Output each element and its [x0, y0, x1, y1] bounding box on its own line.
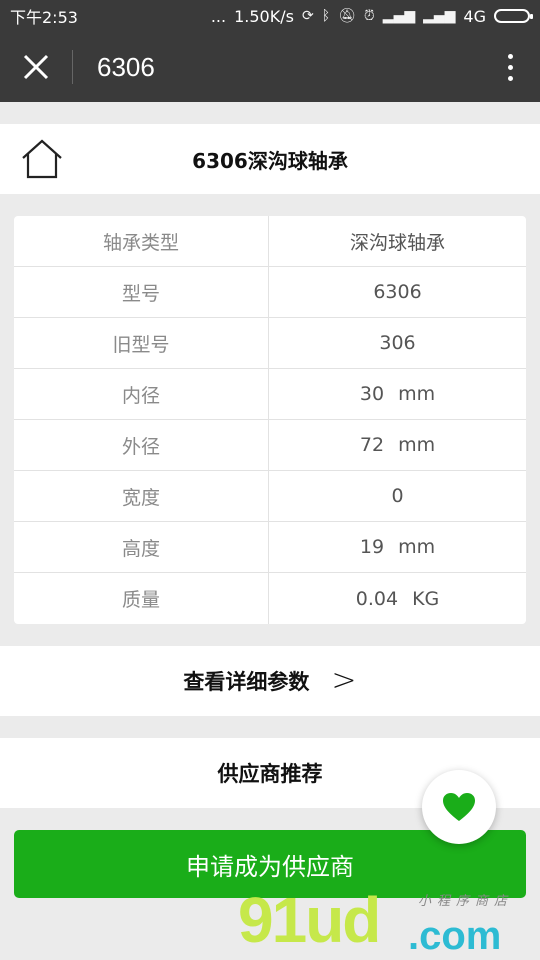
status-time: 下午2:53: [10, 8, 78, 27]
more-vertical-icon: [507, 53, 513, 59]
spec-label: 旧型号: [14, 318, 269, 368]
spec-label: 轴承类型: [14, 216, 269, 266]
sync-icon: ⟳: [301, 8, 314, 24]
status-bar: 下午2:53 ... 1.50K/s ⟳ ᛒ 🔕︎ ⏰︎ ▂▄▆ ▂▄▆ 4G: [0, 0, 540, 32]
spec-value-cell: 深沟球轴承: [269, 216, 526, 266]
spec-label: 高度: [14, 522, 269, 572]
title-bar: 6306: [0, 32, 540, 102]
table-row: 质量 0.04 KG: [14, 573, 526, 624]
chevron-right-icon: >: [331, 663, 357, 698]
spec-value: 0.04: [355, 587, 399, 610]
heart-icon: [443, 793, 475, 821]
spec-label: 宽度: [14, 471, 269, 521]
spec-value-cell: 0: [269, 471, 526, 521]
supplier-title: 供应商推荐: [217, 762, 323, 786]
network-speed: 1.50K/s: [234, 6, 294, 26]
spec-value-cell: 6306: [269, 267, 526, 317]
spec-value: 19: [359, 536, 385, 558]
spec-table: 轴承类型 深沟球轴承 型号 6306 旧型号 306 内径 30 mm 外径 7…: [14, 216, 526, 624]
title-divider: [72, 50, 73, 84]
favorite-button[interactable]: [422, 770, 496, 844]
home-icon: [22, 139, 62, 179]
spec-value: 6306: [373, 281, 422, 303]
spec-unit: mm: [398, 434, 436, 456]
signal-2-icon: ▂▄▆: [423, 8, 456, 24]
view-details-link[interactable]: 查看详细参数 >: [0, 646, 540, 716]
watermark-logo: 91ud 小程序商店 .com: [238, 888, 538, 960]
spec-value: 深沟球轴承: [349, 231, 445, 254]
home-button[interactable]: [20, 138, 64, 180]
alarm-icon: ⏰︎: [363, 8, 375, 24]
close-button[interactable]: [0, 32, 72, 102]
spec-label: 外径: [14, 420, 269, 470]
spec-label: 型号: [14, 267, 269, 317]
view-details-label: 查看详细参数: [183, 670, 310, 694]
spec-value: 306: [379, 332, 416, 354]
table-row: 型号 6306: [14, 267, 526, 318]
product-header: 6306深沟球轴承: [0, 124, 540, 194]
watermark-domain: .com: [408, 914, 502, 958]
notification-dots: ...: [210, 6, 227, 26]
spec-value-cell: 0.04 KG: [269, 573, 526, 624]
bluetooth-icon: ᛒ: [321, 8, 331, 24]
spec-unit: KG: [412, 587, 440, 610]
more-menu-button[interactable]: [480, 32, 540, 102]
close-icon: [23, 54, 49, 80]
mute-icon: 🔕︎: [338, 8, 356, 24]
table-row: 旧型号 306: [14, 318, 526, 369]
spec-value-cell: 72 mm: [269, 420, 526, 470]
spec-value: 72: [359, 434, 385, 456]
table-row: 轴承类型 深沟球轴承: [14, 216, 526, 267]
table-row: 内径 30 mm: [14, 369, 526, 420]
table-row: 高度 19 mm: [14, 522, 526, 573]
spec-value: 30: [359, 383, 385, 405]
spec-unit: mm: [398, 383, 436, 405]
battery-icon: [494, 9, 533, 23]
table-row: 外径 72 mm: [14, 420, 526, 471]
status-indicators: ... 1.50K/s ⟳ ᛒ 🔕︎ ⏰︎ ▂▄▆ ▂▄▆ 4G: [210, 6, 533, 26]
spec-value: 0: [391, 485, 404, 507]
spec-value-cell: 19 mm: [269, 522, 526, 572]
spec-value-cell: 30 mm: [269, 369, 526, 419]
page-title: 6306: [97, 51, 155, 82]
network-type: 4G: [463, 6, 486, 26]
spec-value-cell: 306: [269, 318, 526, 368]
spec-label: 质量: [14, 573, 269, 624]
product-title: 6306深沟球轴承: [192, 148, 348, 173]
table-row: 宽度 0: [14, 471, 526, 522]
spec-unit: mm: [398, 536, 436, 558]
spec-label: 内径: [14, 369, 269, 419]
signal-icon: ▂▄▆: [382, 8, 416, 24]
